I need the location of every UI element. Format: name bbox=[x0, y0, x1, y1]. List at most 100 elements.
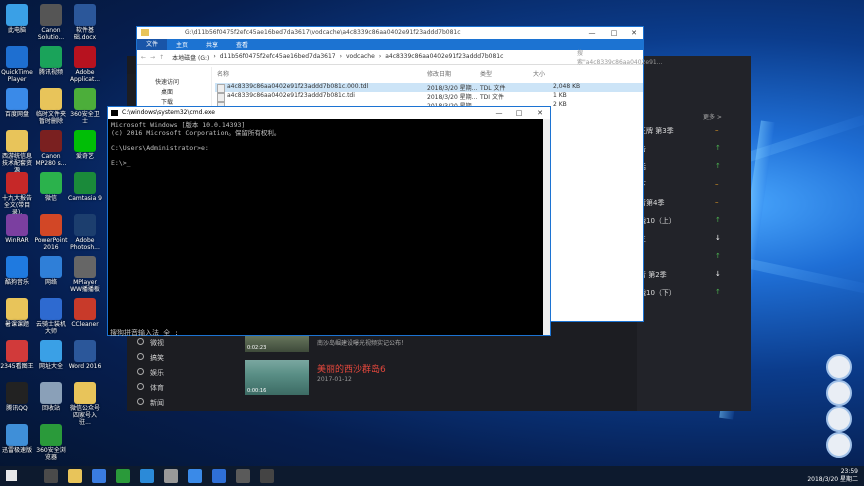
float-button[interactable] bbox=[826, 380, 852, 406]
desktop-icon[interactable]: PowerPoint 2016 bbox=[34, 214, 68, 251]
desktop-icon[interactable]: 腾讯QQ bbox=[0, 382, 34, 412]
ranking-item[interactable]: 击↑ bbox=[637, 144, 751, 162]
table-row[interactable]: a4c8339c86aa0402e91f23addd7b081c.000.tdl… bbox=[215, 83, 643, 93]
cmd-icon[interactable] bbox=[260, 469, 274, 483]
app-icon[interactable] bbox=[188, 469, 202, 483]
close-button[interactable]: ✕ bbox=[627, 27, 641, 39]
ranking-item[interactable]: 话↑ bbox=[637, 162, 751, 180]
ranking-item[interactable]: 三↓ bbox=[637, 234, 751, 252]
search-icon[interactable] bbox=[44, 469, 58, 483]
app-icon[interactable] bbox=[164, 469, 178, 483]
desktop-icon[interactable]: 此电脑 bbox=[0, 4, 34, 34]
desktop-icon[interactable]: 临时文件夹暂时删除 bbox=[34, 88, 68, 125]
cmd-window[interactable]: C:\windows\system32\cmd.exe — □ ✕ Micros… bbox=[107, 106, 551, 337]
forward-icon[interactable]: → bbox=[150, 54, 155, 61]
ranking-item[interactable]: 战10（上） ↑ bbox=[637, 216, 751, 234]
desktop-icon[interactable]: 西游统信息技术配套资源 bbox=[0, 130, 34, 174]
category-item[interactable]: 娱乐 bbox=[137, 368, 164, 378]
ranking-item[interactable]: 战10（下） ↑ bbox=[637, 288, 751, 306]
desktop-icon[interactable]: Canon Solutio... bbox=[34, 4, 68, 41]
category-item[interactable]: 微视 bbox=[137, 338, 164, 348]
desktop-icon[interactable]: 网址大全 bbox=[34, 340, 68, 370]
folder-icon[interactable] bbox=[68, 469, 82, 483]
breadcrumb-item[interactable]: 本地磁盘 (G:) bbox=[172, 53, 209, 62]
desktop-icon[interactable]: Adobe Applicat... bbox=[68, 46, 102, 83]
tab-file[interactable]: 文件 bbox=[137, 39, 168, 50]
ranking-item[interactable]: ↑ bbox=[637, 252, 751, 270]
desktop-icon[interactable]: 十九大报告全文(带目录). bbox=[0, 172, 34, 216]
scrollbar[interactable] bbox=[543, 119, 550, 335]
category-item[interactable]: 搞笑 bbox=[137, 353, 164, 363]
desktop-icon[interactable]: 迅雷极速版 bbox=[0, 424, 34, 454]
desktop-icon[interactable]: 回收站 bbox=[34, 382, 68, 412]
col-type[interactable]: 类型 bbox=[480, 69, 492, 78]
app-icon[interactable] bbox=[236, 469, 250, 483]
breadcrumb-item[interactable]: d11b56f0475f2efc45ae16bed7da3617 bbox=[220, 53, 336, 62]
back-icon[interactable]: ← bbox=[141, 54, 146, 61]
address-bar[interactable]: ← → ↑ 本地磁盘 (G:) › d11b56f0475f2efc45ae16b… bbox=[137, 50, 662, 66]
desktop-icon[interactable]: Word 2016 bbox=[68, 340, 102, 370]
minimize-button[interactable]: — bbox=[492, 107, 506, 119]
video-title[interactable]: 美丽的西沙群岛6 bbox=[317, 362, 386, 375]
col-date[interactable]: 修改日期 bbox=[427, 69, 451, 78]
desktop-icon[interactable]: 网络 bbox=[34, 256, 68, 286]
desktop-icon[interactable]: QuickTime Player bbox=[0, 46, 34, 83]
desktop-icon[interactable]: 360安全卫士 bbox=[68, 88, 102, 125]
nav-quick-access[interactable]: 快速访问 bbox=[155, 77, 179, 86]
tab-home[interactable]: 主页 bbox=[167, 40, 197, 49]
col-name[interactable]: 名称 bbox=[217, 69, 229, 78]
desktop-icon[interactable]: 微信公众号四家号入驻... bbox=[68, 382, 102, 426]
desktop-icon[interactable]: 360安全浏览器 bbox=[34, 424, 68, 461]
desktop-icon[interactable]: Canon MP280 s... bbox=[34, 130, 68, 167]
ie-icon[interactable] bbox=[92, 469, 106, 483]
desktop-icon[interactable]: 微信 bbox=[34, 172, 68, 202]
up-icon[interactable]: ↑ bbox=[159, 54, 164, 61]
console-output[interactable]: Microsoft Windows [版本 10.0.14393] (c) 20… bbox=[108, 119, 550, 170]
ranking-item[interactable]: 王牌 第3季 – bbox=[637, 126, 751, 144]
maximize-button[interactable]: □ bbox=[607, 27, 621, 39]
breadcrumb-item[interactable]: a4c8339c86aa0402e91f23addd7b081c bbox=[385, 53, 503, 62]
ranking-item[interactable]: 音第4季 – bbox=[637, 198, 751, 216]
close-button[interactable]: ✕ bbox=[533, 107, 547, 119]
float-button[interactable] bbox=[826, 406, 852, 432]
app-icon[interactable] bbox=[140, 469, 154, 483]
nav-desktop[interactable]: 桌面 bbox=[161, 87, 173, 96]
category-item[interactable]: 体育 bbox=[137, 383, 164, 393]
desktop-icon[interactable]: Camtasia 9 bbox=[68, 172, 102, 202]
desktop-icon[interactable]: Adobe Photosh... bbox=[68, 214, 102, 251]
desktop-icon[interactable]: 软件基础.docx bbox=[68, 4, 102, 41]
desktop-icon[interactable]: 爱奇艺 bbox=[68, 130, 102, 160]
nav-downloads[interactable]: 下载 bbox=[161, 97, 173, 106]
tab-share[interactable]: 共享 bbox=[197, 40, 227, 49]
desktop-icon-label: Adobe Photosh... bbox=[70, 237, 100, 251]
category-item[interactable]: 新闻 bbox=[137, 398, 164, 408]
float-button[interactable] bbox=[826, 432, 852, 458]
desktop-icon[interactable]: 腾讯视频 bbox=[34, 46, 68, 76]
desktop-icon[interactable]: WinRAR bbox=[0, 214, 34, 244]
ranking-item[interactable]: 下– bbox=[637, 180, 751, 198]
desktop-icon[interactable]: 酷狗音乐 bbox=[0, 256, 34, 286]
app-icon[interactable] bbox=[116, 469, 130, 483]
clock[interactable]: 23:59 2018/3/20 星期二 bbox=[807, 468, 858, 484]
breadcrumb-item[interactable]: vodcache bbox=[346, 53, 375, 62]
desktop-icon[interactable]: MPlayer WW播播板 bbox=[68, 256, 102, 293]
search-input[interactable]: 搜索"a4c8339c86aa0402e91... bbox=[577, 48, 662, 66]
table-row[interactable]: a4c8339c86aa0402e91f23addd7b081c.tdi 2018… bbox=[215, 92, 643, 102]
desktop-icon[interactable]: 2345看图王 bbox=[0, 340, 34, 370]
col-size[interactable]: 大小 bbox=[533, 69, 545, 78]
video-thumb[interactable]: 0:00:16 bbox=[245, 360, 309, 395]
tab-view[interactable]: 查看 bbox=[227, 40, 257, 49]
video-duration: 0:02:23 bbox=[247, 345, 267, 351]
video-thumb[interactable]: 0:02:23 bbox=[245, 334, 309, 352]
more-link[interactable]: 更多 > bbox=[703, 112, 722, 121]
ranking-item[interactable]: 音 第2季 ↓ bbox=[637, 270, 751, 288]
float-button[interactable] bbox=[826, 354, 852, 380]
desktop-icon[interactable]: CCleaner bbox=[68, 298, 102, 328]
start-icon[interactable] bbox=[6, 470, 17, 481]
desktop-icon[interactable]: 暑课课题 bbox=[0, 298, 34, 328]
desktop-icon[interactable]: 云骑士装机大师 bbox=[34, 298, 68, 335]
minimize-button[interactable]: — bbox=[585, 27, 599, 39]
app-icon[interactable] bbox=[212, 469, 226, 483]
desktop-icon[interactable]: 百度网盘 bbox=[0, 88, 34, 118]
maximize-button[interactable]: □ bbox=[512, 107, 526, 119]
